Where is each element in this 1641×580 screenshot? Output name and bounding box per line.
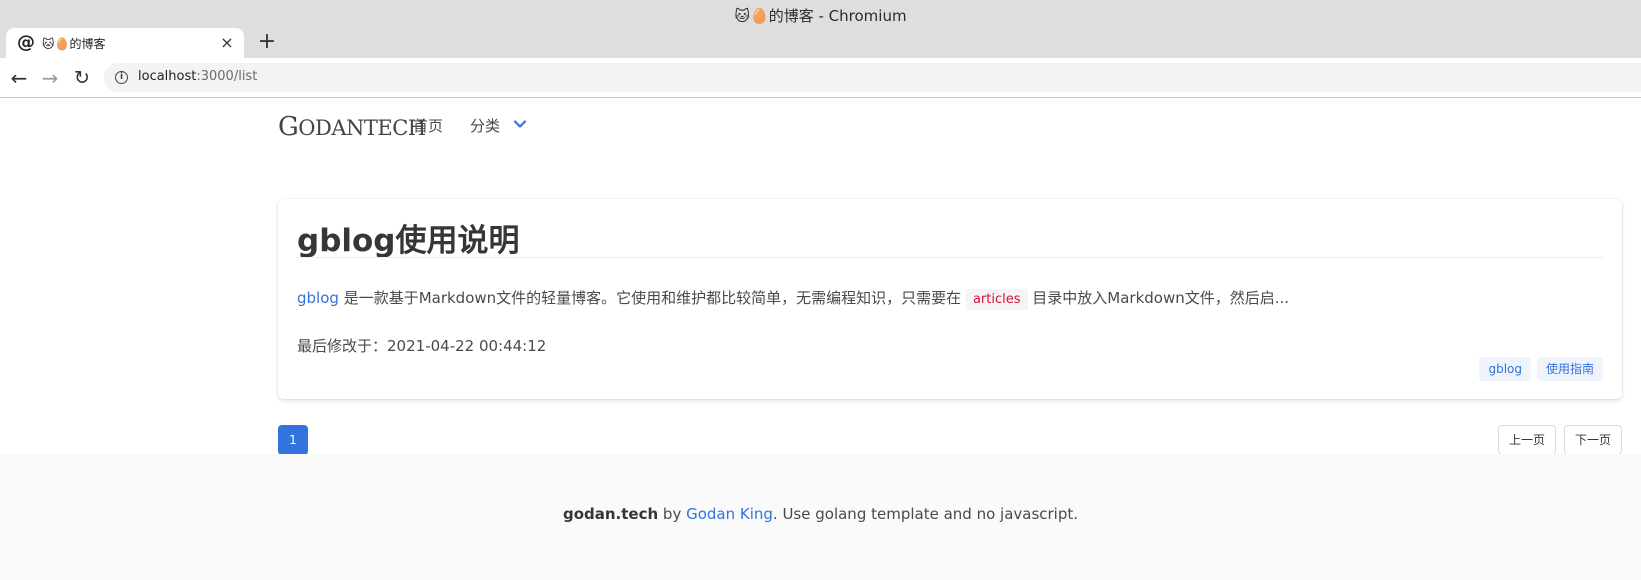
post-excerpt: gblog 是一款基于Markdown文件的轻量博客。它使用和维护都比较简单，无… [297, 287, 1290, 310]
chevron-down-icon[interactable] [512, 116, 528, 132]
excerpt-text-1: 是一款基于Markdown文件的轻量博客。它使用和维护都比较简单，无需编程知识，… [338, 289, 966, 307]
forward-button[interactable]: → [39, 67, 61, 89]
modified-date: 2021-04-22 00:44:12 [387, 337, 547, 355]
url-path: :3000/list [196, 69, 258, 84]
address-bar[interactable]: i localhost:3000/list [104, 63, 1641, 92]
excerpt-text-2: 目录中放入Markdown文件，然后启... [1027, 289, 1290, 307]
back-button[interactable]: ← [8, 67, 30, 89]
url-text[interactable]: localhost:3000/list [138, 69, 257, 84]
page-number-current[interactable]: 1 [278, 425, 308, 455]
prev-page-button[interactable]: 上一页 [1497, 425, 1556, 455]
footer-author-link[interactable]: Godan King [686, 505, 773, 523]
modified-label: 最后修改于： [297, 337, 388, 355]
site-footer: godan.tech by Godan King. Use golang tem… [0, 454, 1641, 580]
tab-label: 🐱🥚的博客 [42, 37, 106, 51]
post-card: gblog使用说明 gblog 是一款基于Markdown文件的轻量博客。它使用… [278, 199, 1622, 399]
pagination: 1 上一页 下一页 [278, 425, 1622, 455]
footer-by: by [658, 505, 687, 523]
next-page-button[interactable]: 下一页 [1563, 425, 1622, 455]
footer-text: godan.tech by Godan King. Use golang tem… [0, 505, 1641, 523]
info-icon[interactable]: i [115, 71, 128, 84]
logo-text: ODANTECH [298, 116, 426, 140]
site-logo[interactable]: GODANTECH [278, 112, 426, 142]
nav-home-link[interactable]: 首页 [413, 115, 443, 136]
post-tags: gblog 使用指南 [1473, 357, 1603, 381]
reload-button[interactable]: ↻ [71, 67, 93, 89]
browser-toolbar: ← → ↻ i localhost:3000/list [0, 58, 1641, 98]
browser-tab[interactable]: @ 🐱🥚的博客 × [6, 28, 244, 58]
new-tab-button[interactable]: + [256, 29, 278, 55]
window-titlebar: 🐱🥚的博客 - Chromium [0, 0, 1641, 27]
page-viewport: GODANTECH 首页 分类 gblog使用说明 gblog 是一款基于Mar… [0, 99, 1641, 580]
excerpt-code: articles [965, 289, 1028, 310]
tag-guide[interactable]: 使用指南 [1536, 357, 1603, 381]
url-host: localhost [138, 69, 197, 84]
post-modified: 最后修改于：2021-04-22 00:44:12 [297, 335, 546, 356]
tab-strip: @ 🐱🥚的博客 × + [0, 27, 1641, 58]
excerpt-link[interactable]: gblog [297, 289, 339, 307]
at-sign-icon: @ [17, 32, 35, 53]
footer-rest: . Use golang template and no javascript. [772, 505, 1079, 523]
window-title: 🐱🥚的博客 - Chromium [734, 7, 907, 25]
close-icon[interactable]: × [218, 34, 236, 52]
tag-gblog[interactable]: gblog [1479, 357, 1531, 381]
footer-brand: godan.tech [562, 505, 659, 523]
site-navbar: GODANTECH 首页 分类 [278, 99, 1618, 153]
nav-category-dropdown[interactable]: 分类 [470, 115, 500, 136]
post-title[interactable]: gblog使用说明 [297, 215, 520, 260]
title-divider [297, 257, 1603, 258]
logo-initial: G [278, 112, 299, 142]
